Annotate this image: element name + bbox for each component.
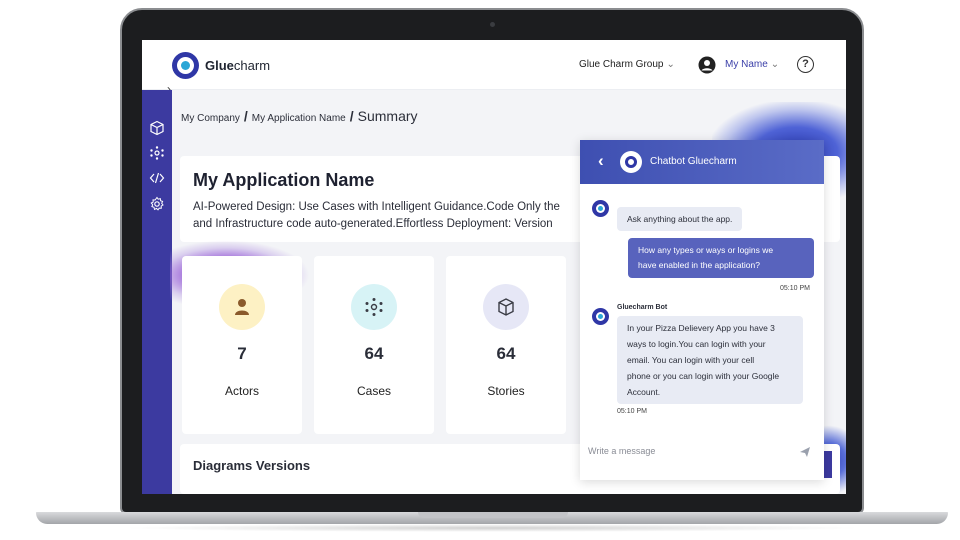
bot-message-line: ways to login.You can login with your [627, 339, 766, 349]
stat-label: Stories [487, 384, 525, 398]
chat-input-row [580, 436, 824, 466]
breadcrumb-company[interactable]: My Company [181, 113, 240, 124]
cube-icon[interactable] [149, 120, 165, 136]
user-message-line: How any types or ways or logins we [638, 245, 774, 255]
chatbot-title: Chatbot Gluecharm [650, 156, 737, 167]
bot-message: Ask anything about the app. [617, 207, 743, 231]
stat-icon-badge [483, 284, 529, 330]
breadcrumb-separator: / [243, 108, 248, 124]
code-icon[interactable] [149, 170, 165, 186]
user-message: How any types or ways or logins we have … [628, 238, 814, 278]
user-name: My Name [725, 59, 768, 70]
stat-icon-badge [351, 284, 397, 330]
stat-card-actors[interactable]: 7 Actors [182, 256, 302, 434]
bot-avatar-icon [592, 200, 609, 217]
bot-message: In your Pizza Delievery App you have 3 w… [617, 316, 803, 404]
app-screen: Gluecharm Glue Charm Group ⌄ My Name ⌄ ? › [142, 40, 846, 494]
stat-value: 64 [496, 344, 516, 363]
brand-name[interactable]: Gluecharm [205, 58, 270, 73]
stat-card-stories[interactable]: 64 Stories [446, 256, 566, 434]
stat-value: 7 [237, 344, 247, 363]
message-timestamp: 05:10 PM [617, 408, 647, 415]
sidebar [142, 90, 172, 494]
chevron-down-icon: ⌄ [666, 59, 675, 70]
chatbot-header: ‹ Chatbot Gluecharm [580, 140, 824, 184]
network-icon [365, 298, 383, 316]
chevron-down-icon: ⌄ [770, 59, 780, 70]
chatbot-logo-icon [620, 151, 642, 173]
page-title: My Application Name [193, 170, 375, 190]
help-icon[interactable]: ? [797, 56, 814, 73]
org-switcher[interactable]: Glue Charm Group ⌄ [579, 59, 675, 70]
bot-message-line: Account. [627, 387, 661, 397]
bot-avatar-icon [592, 308, 609, 325]
camera [490, 22, 495, 27]
stat-value: 64 [364, 344, 384, 363]
breadcrumb-application[interactable]: My Application Name [252, 113, 346, 124]
stat-icon-badge [219, 284, 265, 330]
network-icon[interactable] [149, 145, 165, 161]
chat-message-input[interactable] [588, 442, 788, 460]
top-bar: Gluecharm Glue Charm Group ⌄ My Name ⌄ ? [142, 40, 846, 90]
brand-name-light: charm [233, 58, 271, 73]
user-menu[interactable]: My Name ⌄ [725, 59, 779, 70]
bot-message-line: In your Pizza Delievery App you have 3 [627, 323, 775, 333]
user-avatar-icon[interactable] [698, 56, 716, 74]
laptop-shadow [120, 524, 864, 532]
bot-message-line: phone or you can login with your Google [627, 371, 780, 381]
gear-icon[interactable] [149, 196, 165, 212]
section-title: Diagrams Versions [193, 458, 311, 473]
message-timestamp: 05:10 PM [780, 285, 810, 292]
chevron-left-icon[interactable]: ‹ [598, 151, 604, 171]
breadcrumb: My Company / My Application Name / Summary [181, 108, 418, 126]
stat-label: Cases [356, 384, 391, 398]
person-icon [235, 299, 249, 315]
chatbot-panel: ‹ Chatbot Gluecharm Ask anything about t… [580, 140, 824, 480]
laptop-notch [418, 512, 568, 518]
user-message-line: have enabled in the application? [638, 260, 760, 270]
stat-card-cases[interactable]: 64 Cases [314, 256, 434, 434]
gluecharm-logo-icon[interactable] [172, 52, 199, 79]
send-icon[interactable] [799, 446, 811, 458]
bot-name: Gluecharm Bot [617, 304, 668, 311]
breadcrumb-current: Summary [357, 108, 418, 124]
breadcrumb-separator: / [349, 108, 354, 124]
cube-icon [498, 298, 514, 316]
brand-name-strong: Glue [205, 58, 234, 73]
org-name: Glue Charm Group [579, 59, 664, 70]
stat-label: Actors [224, 384, 259, 398]
bot-message-line: email. You can login with your cell [627, 355, 755, 365]
